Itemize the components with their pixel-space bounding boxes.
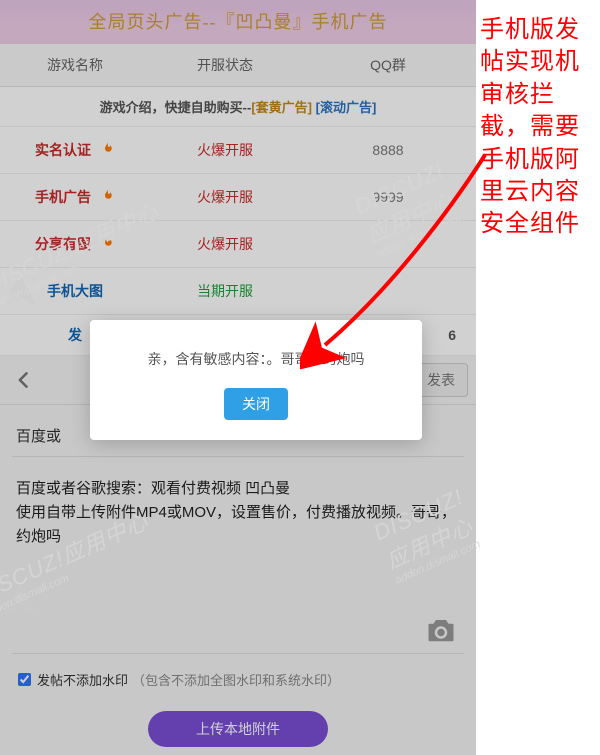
table-row[interactable]: 手机大图 当期开服 [0,268,476,315]
row-name: 实名认证 [35,142,91,158]
row-status: 火爆开服 [150,127,300,173]
fire-icon [99,223,115,239]
table-row[interactable]: 实名认证 火爆开服 8888 [0,127,476,174]
watermark-hint: （包含不添加全图水印和系统水印） [132,670,340,689]
intro-tag-1[interactable]: [套黄广告] [251,100,312,115]
body-text: 百度或者谷歌搜索：观看付费视频 凹凸曼 使用自带上传附件MP4或MOV，设置售价… [16,480,456,545]
intro-line: 游戏介绍，快捷自助购买--[套黄广告] [滚动广告] [0,87,476,127]
watermark-checkbox[interactable] [18,673,31,686]
table-header: 游戏名称 开服状态 QQ群 [0,44,476,87]
row-name: 分享有图 [35,236,91,252]
row-status: 火爆开服 [150,174,300,220]
col-qq: QQ群 [300,44,476,86]
intro-prefix: 游戏介绍，快捷自助购买-- [100,100,252,115]
col-status: 开服状态 [150,44,300,86]
fire-icon [99,129,115,145]
watermark-option[interactable]: 发帖不添加水印 （包含不添加全图水印和系统水印） [0,666,476,703]
camera-icon[interactable] [426,617,456,643]
row-name: 手机广告 [35,189,91,205]
top-banner: 全局页头广告--『凹凸曼』手机广告 [0,0,476,44]
row-qq [300,221,476,267]
table-row[interactable]: 手机广告 火爆开服 9999 [0,174,476,221]
modal-close-button[interactable]: 关闭 [224,388,288,420]
phone-screen: 全局页头广告--『凹凸曼』手机广告 游戏名称 开服状态 QQ群 游戏介绍，快捷自… [0,0,476,755]
modal-text: 亲，含有敏感内容：。哥哥，约炮吗 [106,348,406,370]
fire-icon [99,176,115,192]
attach-bar [0,587,476,653]
body-input[interactable]: 百度或者谷歌搜索：观看付费视频 凹凸曼 使用自带上传附件MP4或MOV，设置售价… [16,477,460,587]
row-name: 手机大图 [0,268,150,314]
publish-button[interactable]: 发表 [414,363,468,397]
upload-attach-button[interactable]: 上传本地附件 [148,711,328,747]
row-qq: 9999 [300,174,476,220]
row-status: 当期开服 [150,268,300,314]
intro-tag-2[interactable]: [滚动广告] [316,100,377,115]
table-row[interactable]: 分享有图 火爆开服 [0,221,476,268]
back-button[interactable] [0,356,48,404]
row-qq [300,268,476,314]
watermark-label: 发帖不添加水印 [37,670,128,689]
divider [12,653,464,654]
col-name: 游戏名称 [0,44,150,86]
alert-modal: 亲，含有敏感内容：。哥哥，约炮吗 关闭 [90,320,422,440]
title-text: 百度或 [16,428,61,445]
banner-text: 全局页头广告--『凹凸曼』手机广告 [89,12,388,32]
annotation-text: 手机版发帖实现机审核拦截，需要手机版阿里云内容安全组件 [480,14,590,241]
row-qq: 8888 [300,127,476,173]
row-status: 火爆开服 [150,221,300,267]
